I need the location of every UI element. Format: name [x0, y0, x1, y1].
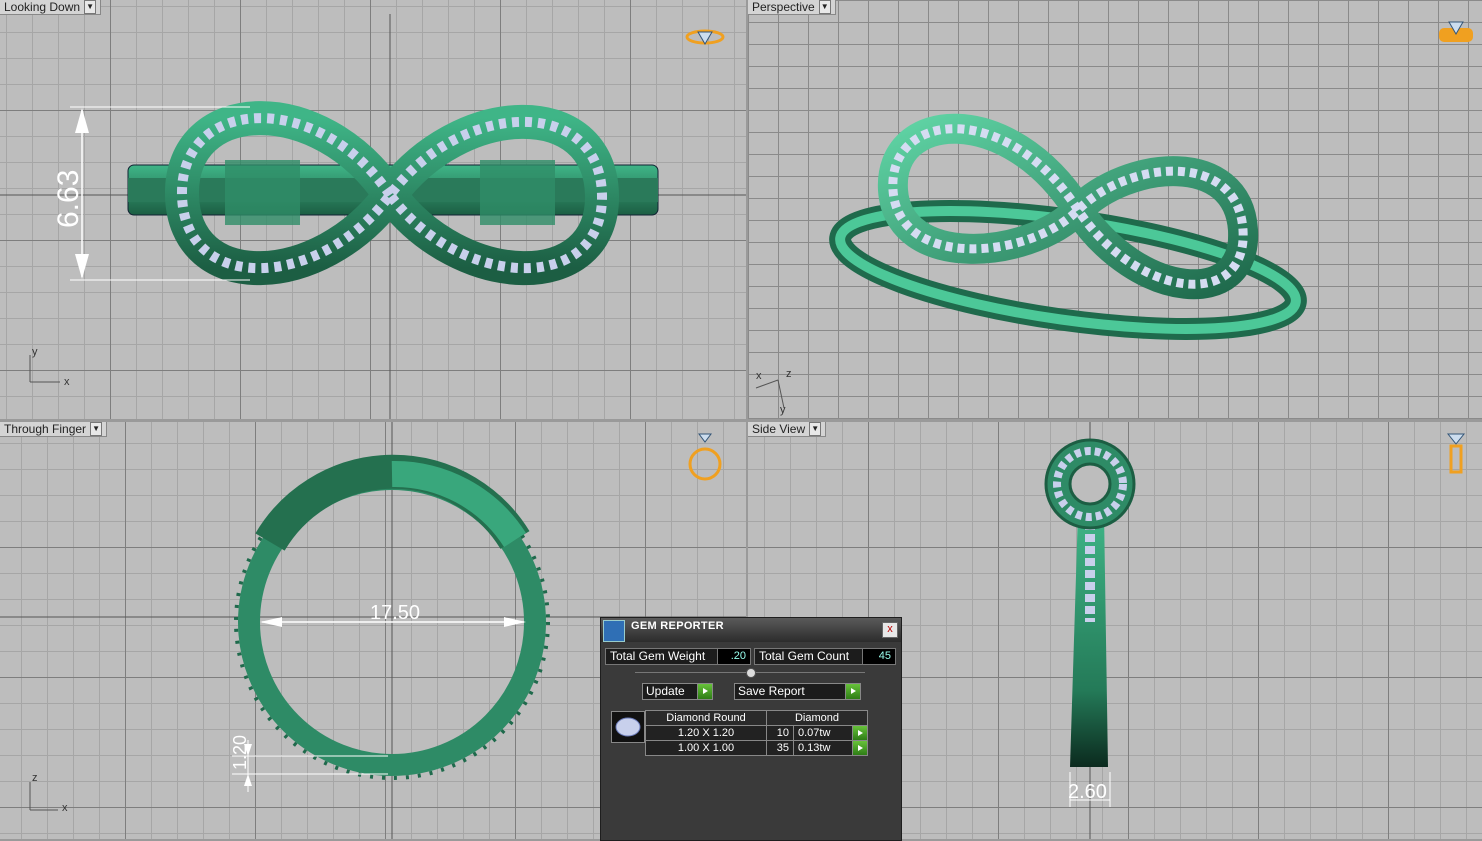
gem-reporter-titlebar[interactable]: GEM REPORTER x [601, 618, 901, 642]
gem-size-cell: 1.00 X 1.00 [645, 740, 767, 756]
gem-reporter-icon [603, 620, 625, 642]
table-header-row: Diamond Round Diamond [645, 710, 868, 726]
axis-y-label: y [780, 404, 786, 416]
table-row[interactable]: 1.20 X 1.20 10 0.07tw [645, 725, 868, 741]
save-report-button-label: Save Report [738, 684, 805, 698]
gem-size-cell: 1.20 X 1.20 [645, 725, 767, 741]
update-button-label: Update [646, 684, 685, 698]
viewport-perspective[interactable]: Perspective ▼ x z y [748, 0, 1482, 419]
chevron-down-icon[interactable]: ▼ [84, 0, 97, 14]
column-header-material: Diamond [766, 710, 868, 726]
dimension-thickness-label: 1.20 [230, 735, 250, 770]
dimension-diameter-label: 17.50 [370, 602, 420, 624]
axis-y-label: y [32, 346, 38, 358]
viewport-looking-down[interactable]: Looking Down ▼ 6.63 y x [0, 0, 746, 419]
collapse-handle[interactable] [746, 668, 756, 678]
chevron-down-icon[interactable]: ▼ [809, 422, 822, 436]
total-gem-count-label: Total Gem Count [754, 648, 864, 665]
viewport-title-perspective[interactable]: Perspective ▼ [748, 0, 836, 15]
viewport-title-through-finger[interactable]: Through Finger ▼ [0, 422, 108, 437]
viewport-title-looking-down[interactable]: Looking Down ▼ [0, 0, 102, 15]
dimension-width-label: 2.60 [1068, 781, 1107, 803]
gem-weight-value: 0.13tw [798, 742, 831, 754]
ring-view-icon[interactable] [686, 432, 726, 484]
viewport-title-label: Through Finger [4, 422, 87, 436]
gem-weight-cell: 0.07tw [793, 725, 868, 741]
axis-x-label: x [756, 370, 762, 382]
column-header-shape: Diamond Round [645, 710, 767, 726]
viewport-title-label: Side View [752, 422, 806, 436]
gem-weight-cell: 0.13tw [793, 740, 868, 756]
play-icon[interactable] [852, 726, 867, 740]
viewport-title-label: Looking Down [4, 0, 81, 14]
diamond-view-icon[interactable] [1436, 18, 1478, 46]
axis-x-label: x [64, 376, 70, 388]
chevron-down-icon[interactable]: ▼ [818, 0, 831, 14]
total-gem-weight-value: .20 [717, 648, 751, 665]
gem-count-cell: 10 [766, 725, 794, 741]
gem-reporter-title: GEM REPORTER [631, 620, 724, 632]
table-row[interactable]: 1.00 X 1.00 35 0.13tw [645, 740, 868, 756]
viewport-title-label: Perspective [752, 0, 815, 14]
total-gem-count-value: 45 [862, 648, 896, 665]
axis-x-label: x [62, 802, 68, 814]
viewport-title-side-view[interactable]: Side View ▼ [748, 422, 827, 437]
update-button[interactable]: Update [642, 683, 713, 700]
ring-perspective-view [755, 113, 1307, 409]
total-gem-weight-label: Total Gem Weight [605, 648, 721, 665]
side-view-icon[interactable] [1442, 430, 1472, 476]
diamond-view-icon[interactable] [684, 26, 726, 48]
play-icon [697, 684, 712, 699]
gem-reporter-panel[interactable]: GEM REPORTER x Total Gem Weight .20 Tota… [600, 617, 902, 841]
gem-table: Diamond Round Diamond 1.20 X 1.20 10 0.0… [645, 710, 868, 756]
gem-weight-value: 0.07tw [798, 727, 831, 739]
ring-top-view: 6.63 [0, 14, 746, 419]
save-report-button[interactable]: Save Report [734, 683, 861, 700]
axis-z-label: z [786, 368, 792, 380]
close-button[interactable]: x [882, 622, 898, 638]
play-icon [845, 684, 860, 699]
chevron-down-icon[interactable]: ▼ [90, 422, 103, 436]
gem-count-cell: 35 [766, 740, 794, 756]
play-icon[interactable] [852, 741, 867, 755]
dimension-height-label: 6.63 [52, 170, 85, 228]
diamond-round-thumbnail [611, 711, 645, 743]
axis-z-label: z [32, 772, 38, 784]
